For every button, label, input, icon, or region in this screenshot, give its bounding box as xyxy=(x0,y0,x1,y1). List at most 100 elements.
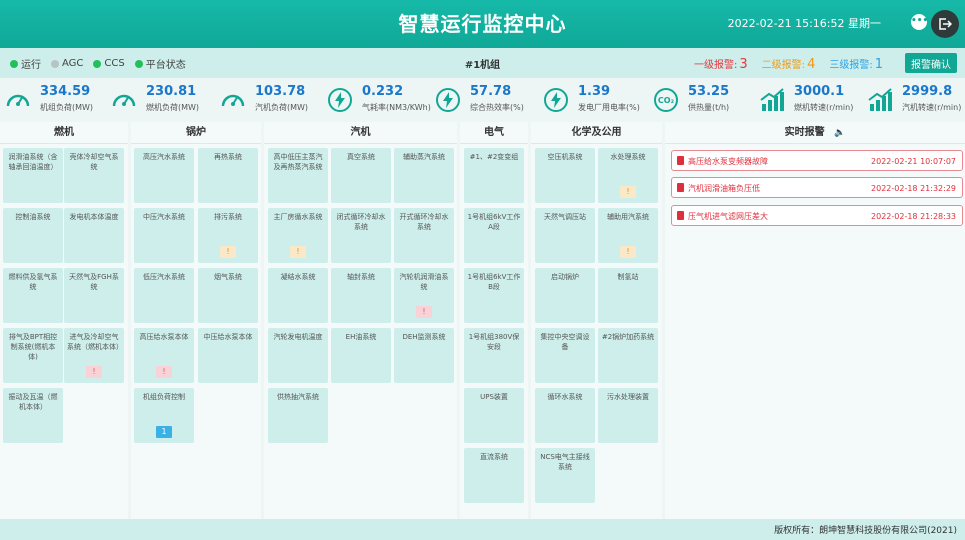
metric-label: 汽机负荷(MW) xyxy=(255,103,309,112)
system-card[interactable]: 辅助用汽系统! xyxy=(598,208,658,263)
alert-badge[interactable]: ! xyxy=(416,306,432,318)
alarm-row[interactable]: 汽机润滑油箱负压低 2022-02-18 21:32:29 xyxy=(671,177,963,198)
system-card[interactable]: 开式循环冷却水系统 xyxy=(394,208,454,263)
system-card[interactable]: 启动锅炉 xyxy=(535,268,595,323)
system-card[interactable]: 直流系统 xyxy=(464,448,524,503)
system-card-label: 排污系统 xyxy=(214,213,242,221)
system-card[interactable]: 汽轮发电机温度 xyxy=(268,328,328,383)
system-card-label: DEH监测系统 xyxy=(402,333,446,341)
system-card-label: 主厂房循水系统 xyxy=(273,213,323,221)
system-card[interactable]: 轴封系统 xyxy=(331,268,391,323)
system-card-label: 1号机组380V保安段 xyxy=(468,333,520,351)
system-card-label: 振动及瓦温（燃机本体） xyxy=(8,393,58,411)
alert-badge[interactable]: ! xyxy=(620,186,636,198)
system-card-label: 水处理系统 xyxy=(610,153,646,161)
bars-icon xyxy=(758,86,786,114)
alarm-row[interactable]: 压气机进气滤网压差大 2022-02-18 21:28:33 xyxy=(671,205,963,226)
co2-icon: CO₂ xyxy=(652,86,680,114)
system-card[interactable]: 燃料供及氢气系统 xyxy=(3,268,63,323)
system-card[interactable]: 天然气调压站 xyxy=(535,208,595,263)
system-card[interactable]: 发电机本体温度 xyxy=(64,208,124,263)
system-card[interactable]: 制氢站 xyxy=(598,268,658,323)
metric-value: 57.78 xyxy=(470,84,512,99)
system-card-label: 汽轮机润滑油系统 xyxy=(399,273,449,291)
system-card[interactable]: 主厂房循水系统! xyxy=(268,208,328,263)
system-card[interactable]: 集控中央空调设备 xyxy=(535,328,595,383)
speaker-icon[interactable]: 🔈 xyxy=(834,128,845,138)
system-card[interactable]: 再热系统 xyxy=(198,148,258,203)
top-header: 智慧运行监控中心 2022-02-21 15:16:52 星期一 ••• xyxy=(0,0,965,48)
system-card-label: 集控中央空调设备 xyxy=(540,333,590,351)
system-card[interactable]: 天然气及FGH系统 xyxy=(64,268,124,323)
system-card[interactable]: 辅助蒸汽系统 xyxy=(394,148,454,203)
system-card[interactable]: 污水处理装置 xyxy=(598,388,658,443)
column-title: 汽机 xyxy=(264,122,457,144)
system-card[interactable]: 汽轮机润滑油系统! xyxy=(394,268,454,323)
metric-item: 57.78 综合热效率(%) xyxy=(434,82,534,118)
system-card[interactable]: UPS装置 xyxy=(464,388,524,443)
system-card[interactable]: 1号机组6kV工作B段 xyxy=(464,268,524,323)
system-card[interactable]: 闭式循环冷却水系统 xyxy=(331,208,391,263)
column-title: 燃机 xyxy=(0,122,128,144)
system-card[interactable]: 排污系统! xyxy=(198,208,258,263)
metric-item: 230.81 燃机负荷(MW) xyxy=(110,82,210,118)
system-card-label: 凝结水系统 xyxy=(280,273,316,281)
system-card[interactable]: #2锅炉加药系统 xyxy=(598,328,658,383)
alert-badge[interactable]: ! xyxy=(156,366,172,378)
system-card[interactable]: 1号机组6kV工作A段 xyxy=(464,208,524,263)
alarm-row[interactable]: 高压给水泵变频器故障 2022-02-21 10:07:07 xyxy=(671,150,963,171)
system-card-label: 污水处理装置 xyxy=(607,393,649,401)
system-card[interactable]: 中压汽水系统 xyxy=(134,208,194,263)
alert-badge[interactable]: ! xyxy=(290,246,306,258)
system-card[interactable]: 凝结水系统 xyxy=(268,268,328,323)
system-card[interactable]: 高压汽水系统 xyxy=(134,148,194,203)
system-card[interactable]: #1、#2变变组 xyxy=(464,148,524,203)
system-card-label: 再热系统 xyxy=(214,153,242,161)
alert-badge[interactable]: ! xyxy=(86,366,102,378)
system-card-label: 天然气调压站 xyxy=(544,213,586,221)
system-card[interactable]: 1号机组380V保安段 xyxy=(464,328,524,383)
system-card[interactable]: 空压机系统 xyxy=(535,148,595,203)
system-card[interactable]: 真空系统 xyxy=(331,148,391,203)
system-card[interactable]: DEH监测系统 xyxy=(394,328,454,383)
logout-button[interactable] xyxy=(931,10,959,38)
system-card-label: 控制油系统 xyxy=(15,213,51,221)
system-card[interactable]: 壳体冷却空气系统 xyxy=(64,148,124,203)
alarm-level2[interactable]: 二级报警: 4 xyxy=(762,56,816,72)
alarm-level1[interactable]: 一级报警: 3 xyxy=(694,56,748,72)
system-card[interactable]: 供热抽汽系统 xyxy=(268,388,328,443)
system-card[interactable]: 水处理系统! xyxy=(598,148,658,203)
alarm-summary: 一级报警: 3 二级报警: 4 三级报警: 1 xyxy=(694,56,883,72)
metric-item: CO₂ 53.25 供热量(t/h) xyxy=(652,82,752,118)
system-card[interactable]: NCS电气主接线系统 xyxy=(535,448,595,503)
alarm-level3[interactable]: 三级报警: 1 xyxy=(829,56,883,72)
system-card[interactable]: 机组负荷控制 1 xyxy=(134,388,194,443)
more-icon[interactable]: ••• xyxy=(911,14,928,30)
alert-badge[interactable]: 1 xyxy=(156,426,172,438)
system-card[interactable]: 润滑油系统（含轴承回油温度） xyxy=(3,148,63,203)
metric-value: 2999.8 xyxy=(902,84,953,99)
system-card[interactable]: 循环水系统 xyxy=(535,388,595,443)
system-card-label: #1、#2变变组 xyxy=(469,153,519,161)
system-card[interactable]: 低压汽水系统 xyxy=(134,268,194,323)
system-card-label: 高压汽水系统 xyxy=(143,153,185,161)
system-card[interactable]: EH油系统 xyxy=(331,328,391,383)
datetime-display: 2022-02-21 15:16:52 星期一 xyxy=(727,17,881,30)
footer: 版权所有：朗坤智慧科技股份有限公司(2021) xyxy=(0,519,965,540)
alert-badge[interactable]: ! xyxy=(220,246,236,258)
metric-label: 汽机转速(r/min) xyxy=(902,103,962,112)
system-card[interactable]: 烟气系统 xyxy=(198,268,258,323)
metric-value: 334.59 xyxy=(40,84,91,99)
warning-icon xyxy=(677,156,684,165)
alarm-confirm-button[interactable]: 报警确认 xyxy=(905,53,957,73)
system-card[interactable]: 高压给水泵本体! xyxy=(134,328,194,383)
system-card[interactable]: 进气及冷却空气系统（燃机本体）! xyxy=(64,328,124,383)
system-card[interactable]: 控制油系统 xyxy=(3,208,63,263)
system-card[interactable]: 中压给水泵本体 xyxy=(198,328,258,383)
system-card[interactable]: 振动及瓦温（燃机本体） xyxy=(3,388,63,443)
column-boiler: 锅炉 高压汽水系统 再热系统 中压汽水系统 排污系统! 低压汽水系统 烟气系统 高压给水泵本… xyxy=(131,122,261,519)
alert-badge[interactable]: ! xyxy=(620,246,636,258)
system-card[interactable]: 高中低压主蒸汽及再热蒸汽系统 xyxy=(268,148,328,203)
system-card-label: 壳体冷却空气系统 xyxy=(69,153,119,171)
system-card[interactable]: 排气及BPT相控制系统(燃机本体) xyxy=(3,328,63,383)
